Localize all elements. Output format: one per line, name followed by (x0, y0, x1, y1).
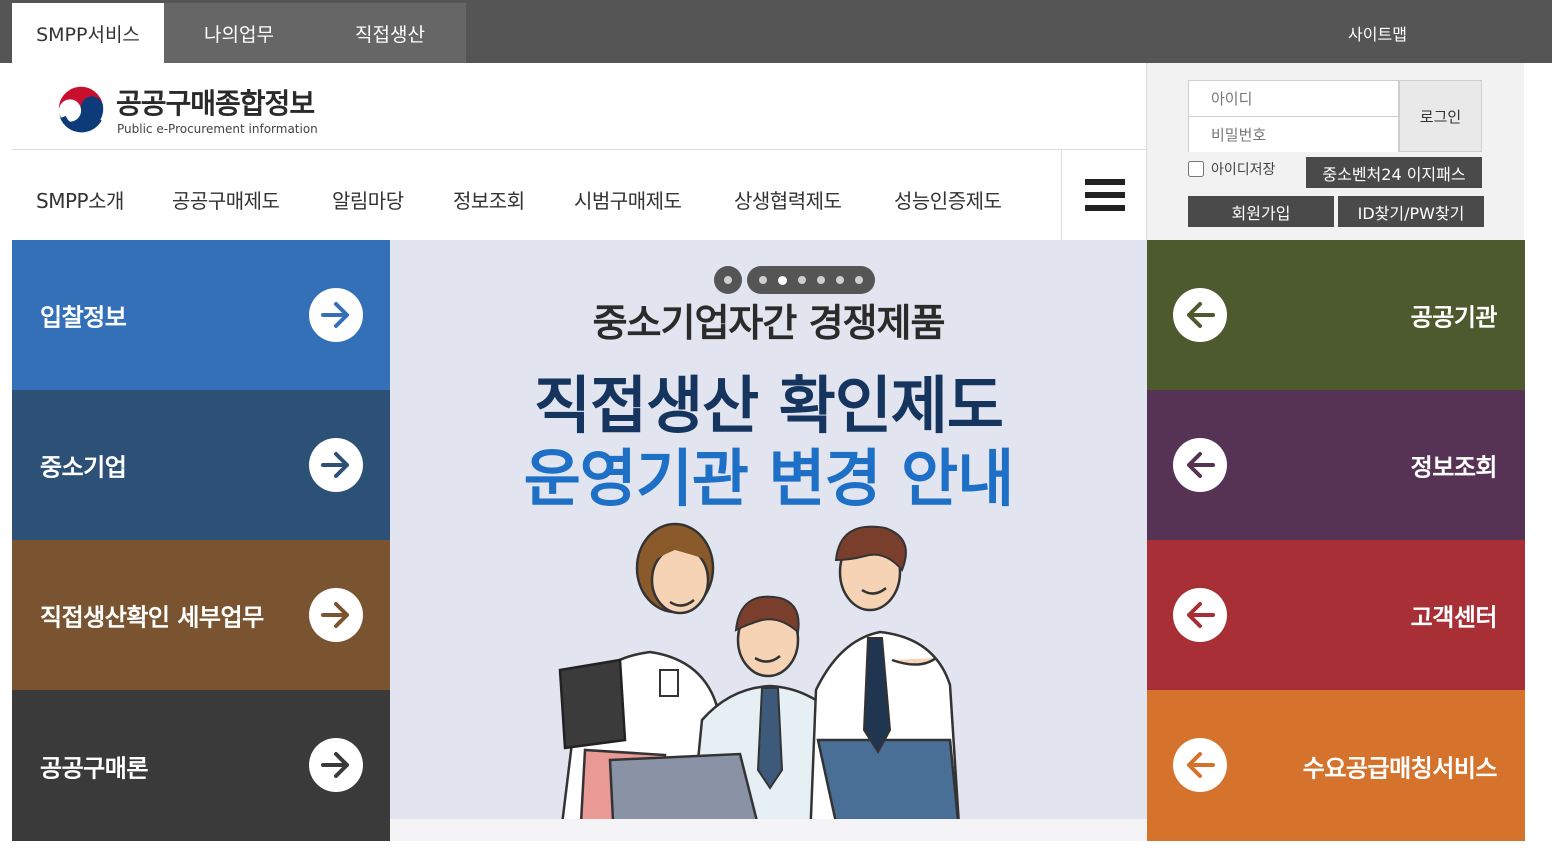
slide-dot-active[interactable] (778, 275, 787, 285)
tile-label: 수요공급매칭서비스 (1302, 754, 1498, 782)
menu-pilot-purchase[interactable]: 시범구매제도 (574, 185, 682, 214)
tile-label: 직접생산확인 세부업무 (40, 603, 264, 632)
password-input[interactable] (1189, 117, 1398, 152)
tile-direct-production-detail[interactable]: 직접생산확인 세부업무 (12, 540, 390, 690)
banner-subtitle: 중소기업자간 경쟁제품 (592, 301, 946, 345)
login-fields (1188, 80, 1399, 152)
save-id-option[interactable]: 아이디저장 (1188, 159, 1275, 179)
menu-notice[interactable]: 알림마당 (332, 185, 404, 214)
office-workers-illustration (558, 522, 962, 841)
slide-dot[interactable] (759, 276, 767, 284)
menu-performance-cert[interactable]: 성능인증제도 (894, 185, 1002, 214)
find-id-pw-button[interactable]: ID찾기/PW찾기 (1338, 196, 1484, 227)
login-panel: 로그인 아이디저장 중소벤처24 이지패스 회원가입 ID찾기/PW찾기 (1147, 63, 1524, 240)
tile-label: 정보조회 (1410, 453, 1498, 482)
join-button[interactable]: 회원가입 (1188, 196, 1334, 227)
menu-win-win[interactable]: 상생협력제도 (734, 185, 842, 214)
banner-pager (714, 266, 875, 294)
site-logo[interactable]: 공공구매종합정보 Public e-Procurement informatio… (54, 82, 324, 138)
main-menu: SMPP소개 공공구매제도 알림마당 정보조회 시범구매제도 상생협력제도 성능… (12, 150, 1062, 240)
save-id-label: 아이디저장 (1211, 162, 1276, 178)
menu-info-lookup[interactable]: 정보조회 (453, 185, 525, 214)
login-button[interactable]: 로그인 (1399, 80, 1482, 152)
slide-dot[interactable] (798, 276, 806, 284)
sitemap-link[interactable]: 사이트맵 (1300, 3, 1455, 63)
arrow-right-icon (309, 588, 363, 642)
slide-dot[interactable] (836, 276, 844, 284)
easypass-button[interactable]: 중소벤처24 이지패스 (1306, 157, 1482, 188)
id-input[interactable] (1189, 81, 1398, 116)
slide-dots (747, 266, 875, 294)
all-menu-button[interactable] (1061, 150, 1147, 240)
logo-subtitle: Public e-Procurement information (117, 122, 318, 136)
pause-button[interactable] (714, 266, 742, 294)
tile-public-agency[interactable]: 공공기관 (1147, 240, 1525, 390)
arrow-left-icon (1173, 588, 1227, 642)
tab-direct-production[interactable]: 직접생산 (314, 3, 466, 63)
slide-dot[interactable] (817, 276, 825, 284)
arrow-left-icon (1173, 438, 1227, 492)
arrow-left-icon (1173, 738, 1227, 792)
tab-smpp-service[interactable]: SMPP서비스 (12, 3, 164, 63)
arrow-right-icon (309, 438, 363, 492)
tile-label: 중소기업 (40, 453, 127, 482)
menu-public-procurement[interactable]: 공공구매제도 (172, 185, 280, 214)
top-bar: SMPP서비스 나의업무 직접생산 사이트맵 (0, 0, 1552, 63)
tile-sme[interactable]: 중소기업 (12, 390, 390, 540)
main-banner[interactable]: 중소기업자간 경쟁제품 직접생산 확인제도 운영기관 변경 안내 (390, 240, 1147, 841)
arrow-right-icon (309, 288, 363, 342)
banner-title-highlight: 운영기관 변경 안내 (523, 442, 1015, 515)
tile-info-lookup[interactable]: 정보조회 (1147, 390, 1525, 540)
tile-supply-matching[interactable]: 수요공급매칭서비스 (1147, 690, 1525, 841)
tab-my-work[interactable]: 나의업무 (164, 3, 314, 63)
hamburger-icon (1084, 179, 1125, 211)
taegeuk-emblem-icon (55, 83, 107, 135)
menu-smpp-intro[interactable]: SMPP소개 (36, 185, 124, 214)
tile-label: 고객센터 (1410, 603, 1498, 632)
arrow-left-icon (1173, 288, 1227, 342)
logo-title: 공공구매종합정보 (116, 87, 315, 120)
tile-bid-info[interactable]: 입찰정보 (12, 240, 390, 390)
slide-dot[interactable] (855, 276, 863, 284)
arrow-right-icon (309, 738, 363, 792)
pause-icon (724, 276, 732, 284)
tile-label: 입찰정보 (40, 303, 127, 332)
save-id-checkbox[interactable] (1188, 161, 1204, 177)
tile-label: 공공기관 (1410, 303, 1498, 332)
tile-procurement-theory[interactable]: 공공구매론 (12, 690, 390, 841)
header: 공공구매종합정보 Public e-Procurement informatio… (12, 63, 1147, 240)
tile-customer-center[interactable]: 고객센터 (1147, 540, 1525, 690)
tile-label: 공공구매론 (40, 754, 148, 782)
banner-floor (390, 819, 1147, 841)
